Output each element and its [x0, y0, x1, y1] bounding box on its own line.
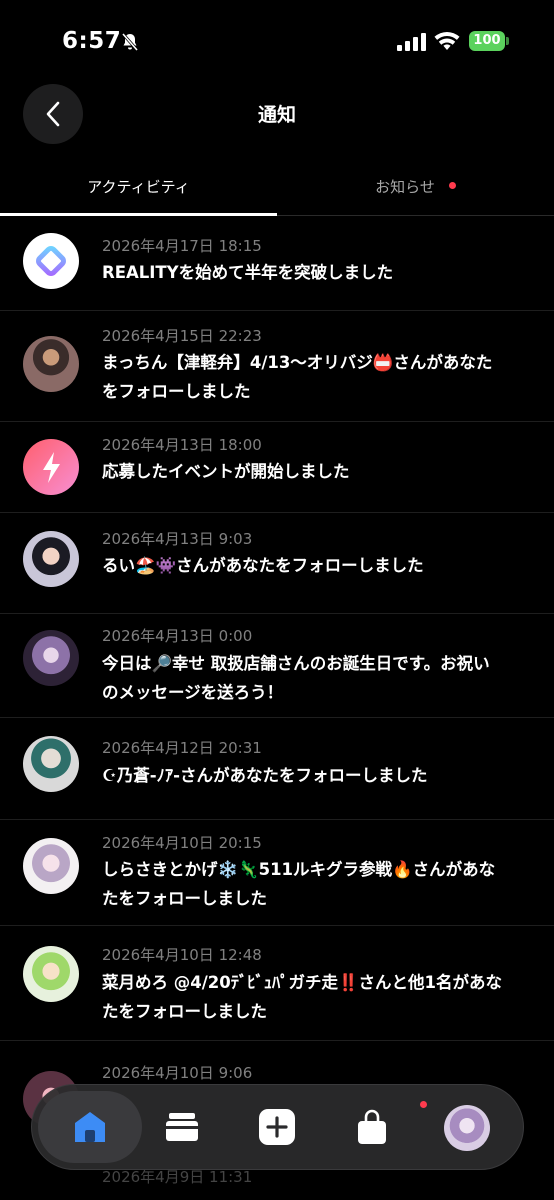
notification-date: 2026年4月10日 9:06 [102, 1064, 253, 1082]
tab-bar-top: アクティビティ お知らせ [0, 168, 554, 216]
wifi-icon [434, 31, 460, 50]
page-title: 通知 [257, 104, 296, 126]
user-avatar[interactable] [23, 838, 79, 894]
tab-announcements-label: お知らせ [375, 178, 435, 196]
profile-avatar[interactable] [444, 1105, 490, 1151]
shop-badge [420, 1101, 427, 1108]
notification-text: るい🏖️👾さんがあなたをフォローしました [102, 556, 424, 575]
user-avatar[interactable] [23, 946, 79, 1002]
list-item[interactable]: 2026年4月10日 20:15 しらさきとかげ❄️🦎511ルキグラ参戦🔥さんが… [0, 820, 554, 926]
user-avatar[interactable] [23, 736, 79, 792]
notification-date: 2026年4月13日 0:00 [102, 627, 253, 645]
list-item[interactable]: 2026年4月13日 0:00 今日は🔎幸せ 取扱店舗さんのお誕生日です。お祝い… [0, 614, 554, 718]
tab-activity-label: アクティビティ [87, 178, 190, 196]
battery-tip [506, 37, 509, 45]
notification-list: 2026年4月17日 18:15 REALITYを始めて半年を突破しました 20… [0, 218, 554, 1151]
notification-date: 2026年4月10日 20:15 [102, 834, 262, 852]
notification-date: 2026年4月13日 9:03 [102, 530, 253, 548]
battery-indicator: 100 [469, 31, 509, 51]
reality-app-icon [23, 233, 79, 289]
status-time: 6:57 [62, 28, 122, 54]
cellular-signal-icon [397, 33, 426, 51]
notification-text: 今日は🔎幸せ 取扱店舗さんのお誕生日です。お祝いのメッセージを送ろう！ [102, 654, 490, 702]
list-item[interactable]: 2026年4月15日 22:23 まっちん【津軽弁】4/13〜オリバジ📛さんがあ… [0, 311, 554, 422]
list-item[interactable]: 2026年4月17日 18:15 REALITYを始めて半年を突破しました [0, 218, 554, 311]
tab-announcements[interactable]: お知らせ [277, 168, 554, 214]
notification-text: まっちん【津軽弁】4/13〜オリバジ📛さんがあなたをフォローしました [102, 353, 493, 401]
unread-badge [448, 182, 456, 189]
user-avatar[interactable] [23, 630, 79, 686]
home-icon[interactable] [70, 1107, 110, 1147]
notification-date: 2026年4月17日 18:15 [102, 237, 262, 255]
notification-text: ☪乃蒼-ﾉｱ-さんがあなたをフォローしました [102, 766, 428, 785]
notification-date: 2026年4月10日 12:48 [102, 946, 262, 964]
notification-text: 応募したイベントが開始しました [102, 462, 350, 481]
bell-off-icon [121, 33, 139, 51]
user-avatar[interactable] [23, 531, 79, 587]
list-item[interactable]: 2026年4月13日 18:00 応募したイベントが開始しました [0, 422, 554, 513]
user-avatar[interactable] [23, 336, 79, 392]
list-item[interactable]: 2026年4月10日 12:48 菜月めろ @4/20ﾃﾞﾋﾞｭﾊﾟガチ走‼️さ… [0, 926, 554, 1041]
battery-level: 100 [469, 31, 505, 51]
notification-date: 2026年4月13日 18:00 [102, 436, 262, 454]
notification-text: しらさきとかげ❄️🦎511ルキグラ参戦🔥さんがあなたをフォローしました [102, 860, 496, 908]
notification-date: 2026年4月15日 22:23 [102, 327, 262, 345]
tab-activity[interactable]: アクティビティ [0, 168, 277, 216]
bottom-tab-bar [31, 1084, 524, 1170]
shop-bag-icon[interactable] [352, 1107, 392, 1147]
wallet-icon[interactable] [162, 1107, 202, 1147]
notification-date: 2026年4月12日 20:31 [102, 739, 262, 757]
list-item[interactable]: 2026年4月12日 20:31 ☪乃蒼-ﾉｱ-さんがあなたをフォローしました [0, 718, 554, 820]
list-item[interactable]: 2026年4月13日 9:03 るい🏖️👾さんがあなたをフォローしました [0, 513, 554, 614]
create-plus-icon[interactable] [257, 1107, 297, 1147]
status-bar: 6:57 100 [0, 0, 554, 82]
lightning-event-icon [23, 439, 79, 495]
notification-text: 菜月めろ @4/20ﾃﾞﾋﾞｭﾊﾟガチ走‼️さんと他1名があなたをフォローしまし… [102, 973, 502, 1021]
notification-text: REALITYを始めて半年を突破しました [102, 263, 394, 282]
